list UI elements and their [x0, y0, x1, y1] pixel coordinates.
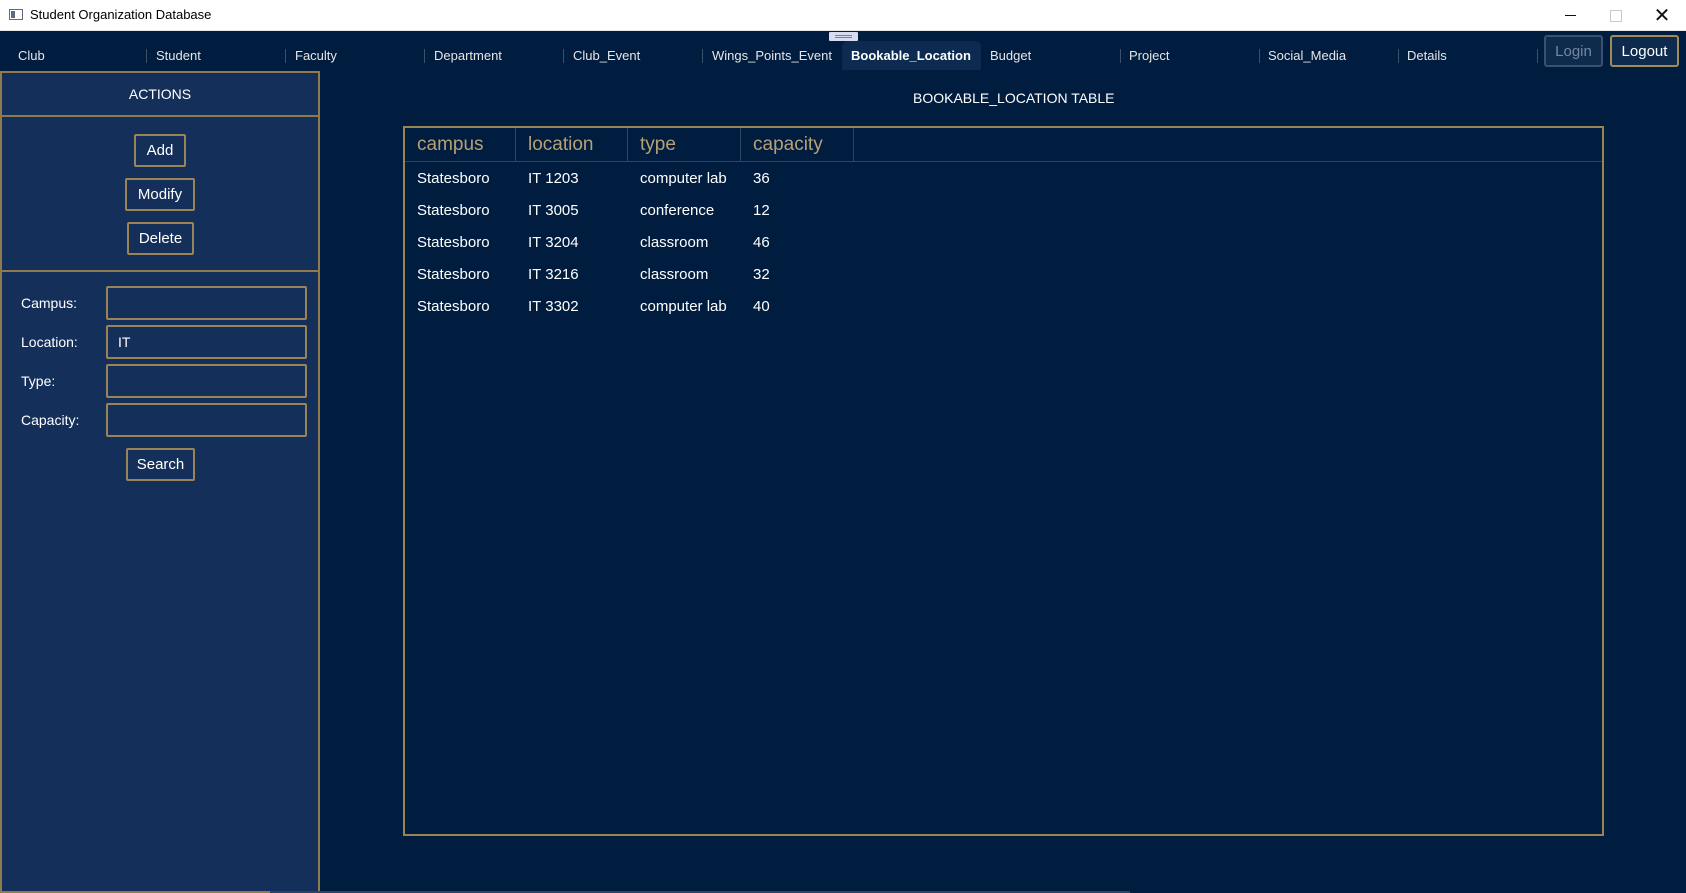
tab-label: Student	[156, 48, 201, 63]
tab-wings-points-event[interactable]: Wings_Points_Event	[703, 41, 841, 70]
location-field[interactable]	[106, 325, 307, 359]
login-button[interactable]: Login	[1544, 35, 1603, 67]
table-cell: classroom	[640, 266, 709, 283]
tab-label: Bookable_Location	[851, 48, 971, 63]
tab-label: Club_Event	[573, 48, 641, 63]
tab-label: Faculty	[295, 48, 337, 63]
table-row[interactable]: Statesboro IT 3204 classroom 46	[405, 227, 1602, 259]
add-button[interactable]: Add	[134, 134, 186, 167]
minimize-icon[interactable]	[1547, 0, 1593, 31]
sidebar-divider	[2, 270, 318, 272]
table-cell: 40	[753, 298, 770, 315]
table-row[interactable]: Statesboro IT 1203 computer lab 36	[405, 163, 1602, 195]
tab-club[interactable]: Club	[9, 41, 144, 70]
bookable-location-table[interactable]: campus location type capacity Statesboro…	[403, 126, 1604, 836]
table-cell: IT 1203	[528, 170, 579, 187]
table-row[interactable]: Statesboro IT 3216 classroom 32	[405, 259, 1602, 291]
maximize-icon[interactable]	[1593, 0, 1639, 31]
table-cell: conference	[640, 202, 715, 219]
actions-sidebar: ACTIONS Add Modify Delete Campus: Locati…	[0, 71, 320, 893]
table-cell: IT 3302	[528, 298, 579, 315]
table-cell: 46	[753, 234, 770, 251]
table-cell: Statesboro	[417, 202, 490, 219]
drag-handle-icon[interactable]	[829, 32, 858, 41]
table-cell: IT 3005	[528, 202, 579, 219]
window-title: Student Organization Database	[30, 7, 212, 22]
tab-label: Budget	[990, 48, 1032, 63]
capacity-field[interactable]	[106, 403, 307, 437]
table-cell: 36	[753, 170, 770, 187]
tab-faculty[interactable]: Faculty	[286, 41, 423, 70]
column-header-capacity[interactable]: capacity	[741, 128, 854, 161]
column-header-campus[interactable]: campus	[405, 128, 516, 161]
tab-label: Social_Media	[1268, 48, 1347, 63]
search-button[interactable]: Search	[126, 448, 195, 481]
tab-club-event[interactable]: Club_Event	[564, 41, 702, 70]
type-field[interactable]	[106, 364, 307, 398]
table-cell: computer lab	[640, 298, 727, 315]
tab-label: Details	[1407, 48, 1447, 63]
close-icon[interactable]: ✕	[1639, 0, 1685, 31]
tab-department[interactable]: Department	[425, 41, 563, 70]
table-cell: classroom	[640, 234, 709, 251]
header-divider	[405, 161, 1602, 162]
tab-label: Club	[18, 48, 45, 63]
table-cell: 32	[753, 266, 770, 283]
tab-label: Wings_Points_Event	[712, 48, 832, 63]
page-title: BOOKABLE_LOCATION TABLE	[913, 90, 1115, 106]
tab-separator	[1537, 49, 1538, 63]
table-cell: Statesboro	[417, 266, 490, 283]
tab-bookable-location[interactable]: Bookable_Location	[842, 41, 981, 70]
table-cell: 12	[753, 202, 770, 219]
tab-budget[interactable]: Budget	[981, 41, 1120, 70]
tab-details[interactable]: Details	[1398, 41, 1537, 70]
column-header-type[interactable]: type	[628, 128, 741, 161]
table-cell: Statesboro	[417, 298, 490, 315]
capacity-label: Capacity:	[21, 412, 80, 428]
table-cell: IT 3204	[528, 234, 579, 251]
type-label: Type:	[21, 373, 56, 389]
table-cell: computer lab	[640, 170, 727, 187]
campus-label: Campus:	[21, 295, 78, 311]
tab-label: Department	[434, 48, 502, 63]
tab-social-media[interactable]: Social_Media	[1259, 41, 1398, 70]
table-cell: Statesboro	[417, 234, 490, 251]
tab-label: Project	[1129, 48, 1170, 63]
table-row[interactable]: Statesboro IT 3005 conference 12	[405, 195, 1602, 227]
tab-student[interactable]: Student	[147, 41, 284, 70]
table-cell: IT 3216	[528, 266, 579, 283]
logout-button[interactable]: Logout	[1610, 35, 1679, 67]
window-titlebar: Student Organization Database ✕	[0, 0, 1686, 31]
table-cell: Statesboro	[417, 170, 490, 187]
app-window-icon	[9, 9, 23, 20]
modify-button[interactable]: Modify	[125, 178, 195, 211]
table-row[interactable]: Statesboro IT 3302 computer lab 40	[405, 291, 1602, 323]
campus-field[interactable]	[106, 286, 307, 320]
column-header-location[interactable]: location	[516, 128, 628, 161]
location-label: Location:	[21, 334, 78, 350]
actions-header: ACTIONS	[2, 73, 318, 117]
delete-button[interactable]: Delete	[127, 222, 194, 255]
tab-project[interactable]: Project	[1120, 41, 1259, 70]
